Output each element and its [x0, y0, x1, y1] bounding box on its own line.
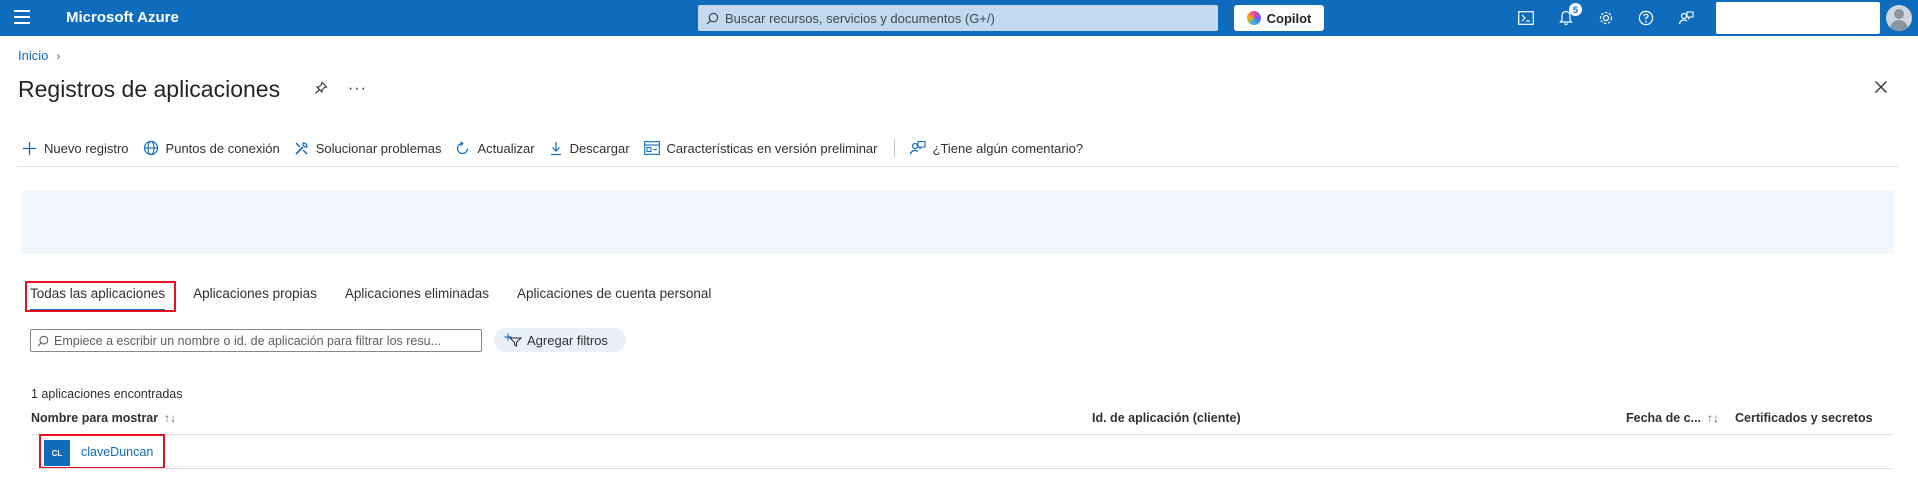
tab-personal-account-applications[interactable]: Aplicaciones de cuenta personal — [513, 280, 715, 310]
endpoints-button[interactable]: Puntos de conexión — [143, 140, 280, 156]
new-registration-label: Nuevo registro — [44, 140, 129, 156]
endpoints-label: Puntos de conexión — [165, 140, 280, 156]
table-row: CL claveDuncan — [31, 437, 1893, 469]
global-search-input[interactable]: Buscar recursos, servicios y documentos … — [698, 5, 1218, 31]
tab-owned-applications[interactable]: Aplicaciones propias — [189, 280, 321, 310]
feedback-button[interactable]: ¿Tiene algún comentario? — [909, 140, 1084, 156]
pin-icon[interactable] — [314, 81, 328, 98]
account-box[interactable] — [1716, 2, 1880, 34]
column-header-display-name[interactable]: Nombre para mostrar ↑↓ — [31, 411, 176, 425]
column-label-display-name: Nombre para mostrar — [31, 411, 159, 425]
feedback-icon[interactable] — [1676, 8, 1696, 28]
refresh-label: Actualizar — [477, 140, 535, 156]
column-header-app-id[interactable]: Id. de aplicación (cliente) — [1092, 411, 1241, 425]
filter-input[interactable]: Empiece a escribir un nombre o id. de ap… — [30, 329, 482, 352]
row-divider — [31, 468, 1893, 469]
top-bar: Microsoft Azure Buscar recursos, servici… — [0, 0, 1918, 36]
copilot-icon — [1246, 11, 1261, 25]
feedback-person-icon — [909, 140, 926, 155]
notification-badge: 5 — [1569, 3, 1582, 16]
globe-icon — [143, 140, 158, 156]
toolbar-divider — [18, 166, 1898, 167]
hamburger-icon[interactable] — [14, 10, 30, 26]
avatar[interactable] — [1886, 5, 1912, 31]
column-label-certs: Certificados y secretos — [1735, 411, 1873, 425]
close-icon[interactable] — [1874, 80, 1888, 97]
column-label-created: Fecha de c... — [1626, 411, 1702, 425]
troubleshoot-button[interactable]: Solucionar problemas — [294, 140, 442, 156]
filter-placeholder: Empiece a escribir un nombre o id. de ap… — [54, 333, 441, 348]
help-icon[interactable] — [1636, 8, 1656, 28]
breadcrumb-home[interactable]: Inicio — [18, 48, 48, 63]
info-banner — [22, 191, 1894, 254]
add-filters-label: Agregar filtros — [527, 332, 608, 348]
search-placeholder: Buscar recursos, servicios y documentos … — [725, 10, 995, 26]
download-button[interactable]: Descargar — [549, 141, 630, 156]
chevron-right-icon: › — [56, 48, 61, 63]
column-header-certs[interactable]: Certificados y secretos — [1735, 411, 1873, 425]
column-label-app-id: Id. de aplicación (cliente) — [1092, 411, 1241, 425]
results-count: 1 aplicaciones encontradas — [31, 387, 183, 401]
gear-icon[interactable] — [1596, 8, 1616, 28]
refresh-icon — [457, 140, 469, 154]
header-divider — [31, 434, 1893, 435]
highlight-box-tab — [25, 281, 176, 312]
toolbar-separator — [893, 139, 895, 157]
feedback-label: ¿Tiene algún comentario? — [932, 140, 1084, 156]
bell-icon[interactable]: 5 — [1556, 3, 1582, 28]
copilot-label: Copilot — [1266, 10, 1312, 26]
more-options-button[interactable]: ··· — [348, 80, 367, 98]
command-bar: Nuevo registro Puntos de conexión Soluci… — [22, 136, 1097, 160]
add-filter-icon — [504, 333, 522, 347]
preview-icon — [643, 141, 660, 155]
preview-features-label: Características en versión preliminar — [666, 140, 878, 156]
download-label: Descargar — [569, 140, 630, 156]
search-icon — [37, 335, 49, 347]
preview-features-button[interactable]: Características en versión preliminar — [643, 140, 878, 156]
breadcrumb: Inicio › — [18, 48, 60, 63]
tab-deleted-applications[interactable]: Aplicaciones eliminadas — [341, 280, 493, 310]
sort-arrows-icon[interactable]: ↑↓ — [164, 411, 176, 425]
column-header-created[interactable]: Fecha de c... ↑↓ — [1626, 411, 1719, 425]
new-registration-button[interactable]: Nuevo registro — [22, 141, 129, 156]
download-icon — [550, 141, 561, 155]
highlight-box-row — [39, 434, 165, 469]
troubleshoot-label: Solucionar problemas — [315, 140, 442, 156]
cloud-shell-icon[interactable] — [1516, 8, 1536, 28]
page-title: Registros de aplicaciones — [18, 76, 281, 102]
plus-icon — [23, 141, 36, 155]
brand-title[interactable]: Microsoft Azure — [66, 9, 179, 26]
copilot-button[interactable]: Copilot — [1234, 5, 1324, 31]
sort-arrows-icon[interactable]: ↑↓ — [1707, 411, 1719, 425]
wrench-icon — [295, 141, 308, 155]
add-filters-button[interactable]: Agregar filtros — [494, 328, 626, 352]
refresh-button[interactable]: Actualizar — [455, 140, 535, 156]
search-icon — [706, 12, 719, 24]
